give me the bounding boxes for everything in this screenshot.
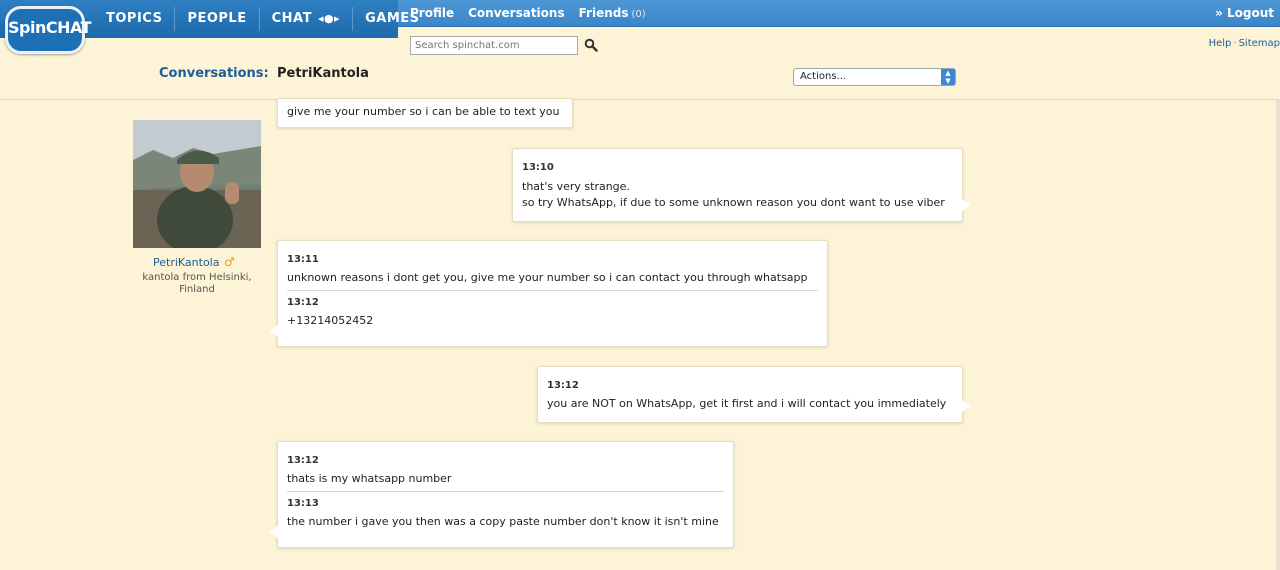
nav-chat-label: CHAT <box>271 11 312 26</box>
male-gender-icon: ♂ <box>224 255 235 269</box>
help-link[interactable]: Help <box>1209 38 1232 49</box>
message-bubble: 13:12 you are NOT on WhatsApp, get it fi… <box>537 366 971 423</box>
message-time: 13:12 <box>287 455 319 466</box>
scrollbar[interactable] <box>1276 99 1280 570</box>
message-time: 13:12 <box>287 297 319 308</box>
message-text: so try WhatsApp, if due to some unknown … <box>522 196 945 209</box>
select-arrows-icon: ▲ ▼ <box>941 69 955 85</box>
message-bubble: 13:10 that's very strange. so try WhatsA… <box>512 148 971 222</box>
top-navigation: SpinCHAT TOPICS PEOPLE CHAT ◂●▸ GAMES Pro… <box>0 0 1280 58</box>
message-bubble: 13:11 unknown reasons i dont get you, gi… <box>269 240 828 347</box>
profile-location: kantola from Helsinki, Finland <box>142 272 252 295</box>
search-icon[interactable] <box>584 38 598 52</box>
subnav-profile[interactable]: Profile <box>410 6 454 20</box>
chat-arrows-icon: ◂●▸ <box>317 12 341 25</box>
conversation-partner-name: PetriKantola <box>277 66 369 81</box>
bubble-tail <box>269 325 278 337</box>
help-separator: · <box>1233 38 1237 49</box>
bubble-tail <box>269 526 278 538</box>
message-text: unknown reasons i dont get you, give me … <box>287 271 808 284</box>
message-time: 13:10 <box>522 162 554 173</box>
message-text: thats is my whatsapp number <box>287 472 452 485</box>
message-time: 13:11 <box>287 254 319 265</box>
actions-select-value: Actions... <box>800 71 847 82</box>
nav-chat[interactable]: CHAT ◂●▸ <box>260 7 354 31</box>
subnav-friends-label: Friends <box>578 6 629 20</box>
message-bubble: 13:12 thats is my whatsapp number 13:13 … <box>269 441 734 548</box>
logout-link[interactable]: » Logout <box>1215 0 1274 26</box>
profile-name-link[interactable]: PetriKantola <box>153 256 219 269</box>
message-separator <box>287 290 818 291</box>
message-bubble: give me your number so i can be able to … <box>277 98 573 128</box>
search-input[interactable] <box>410 36 578 55</box>
message-text: that's very strange. <box>522 180 630 193</box>
subnav-friends[interactable]: Friends (0) <box>579 6 646 20</box>
conversations-label: Conversations: <box>159 66 269 81</box>
message-text: you are NOT on WhatsApp, get it first an… <box>547 397 947 410</box>
message-time: 13:13 <box>287 498 319 509</box>
message-text: +13214052452 <box>287 314 374 327</box>
avatar-photo <box>133 120 261 248</box>
spinchat-logo[interactable]: SpinCHAT <box>5 6 92 54</box>
header-divider <box>0 99 1276 100</box>
sub-nav: Profile Conversations Friends (0) <box>410 0 660 26</box>
message-time: 13:12 <box>547 380 579 391</box>
main-nav: TOPICS PEOPLE CHAT ◂●▸ GAMES <box>94 0 432 38</box>
subnav-conversations[interactable]: Conversations <box>468 6 565 20</box>
friends-count: (0) <box>631 9 646 20</box>
actions-select[interactable]: Actions... ▲ ▼ <box>793 68 956 86</box>
bubble-tail <box>962 199 971 211</box>
nav-topics[interactable]: TOPICS <box>94 7 176 31</box>
message-text: the number i gave you then was a copy pa… <box>287 515 719 528</box>
sitemap-link[interactable]: Sitemap <box>1239 38 1280 49</box>
avatar[interactable] <box>133 120 261 248</box>
nav-people[interactable]: PEOPLE <box>175 7 260 31</box>
message-separator <box>287 491 724 492</box>
help-links: Help · Sitemap <box>1209 38 1280 49</box>
bubble-tail <box>962 400 971 412</box>
message-text: give me your number so i can be able to … <box>287 105 560 118</box>
